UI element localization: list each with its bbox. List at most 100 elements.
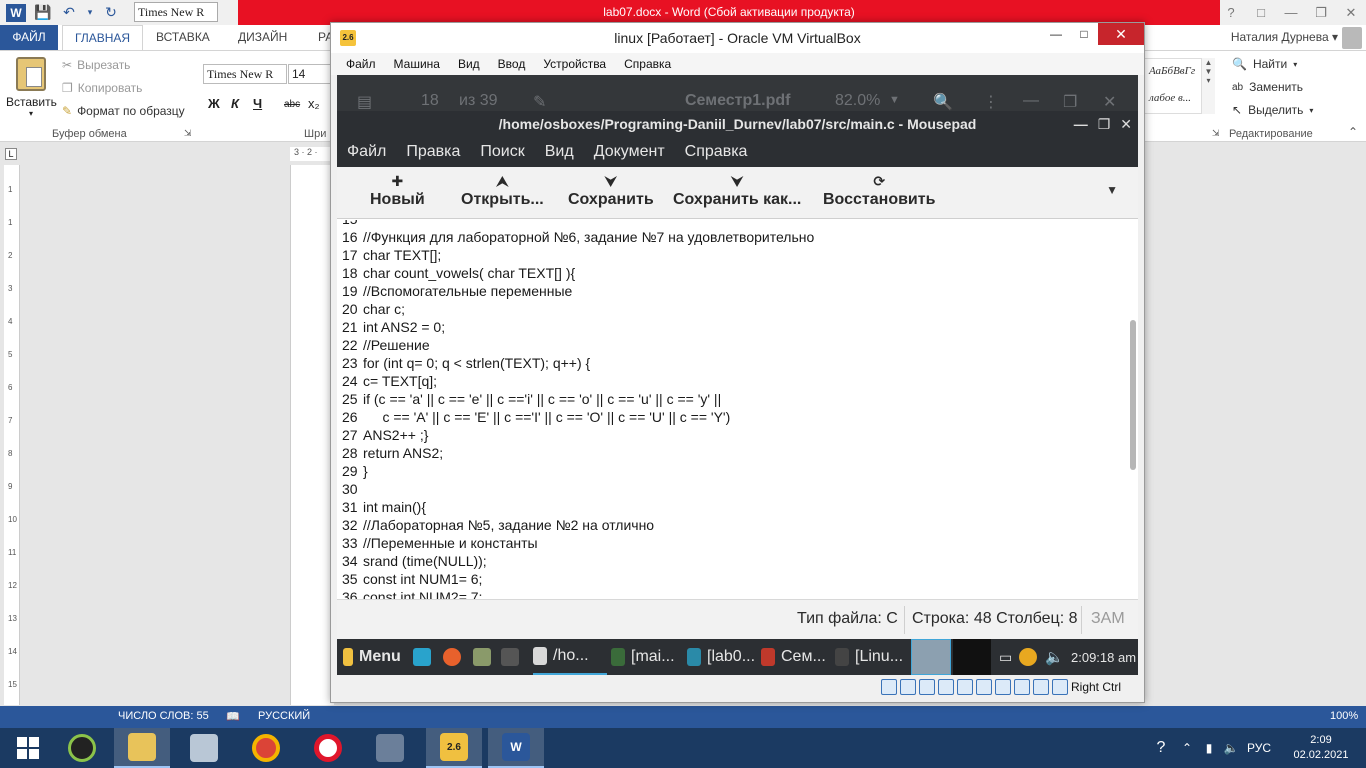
files-launcher[interactable] bbox=[473, 639, 491, 675]
taskbar-chrome[interactable] bbox=[238, 728, 294, 768]
word-count[interactable]: ЧИСЛО СЛОВ: 55 bbox=[118, 710, 209, 722]
tab-home[interactable]: ГЛАВНАЯ bbox=[62, 25, 144, 50]
maximize-icon[interactable]: □ bbox=[1070, 23, 1098, 45]
recording-icon[interactable] bbox=[1014, 679, 1030, 695]
vbox-menu-file[interactable]: Файл bbox=[346, 57, 376, 71]
taskbar-clock[interactable]: 2:09 02.02.2021 bbox=[1276, 733, 1366, 763]
sidebar-icon[interactable]: ▤ bbox=[357, 92, 372, 112]
vbox-menu-view[interactable]: Вид bbox=[458, 57, 480, 71]
mp-menu-view[interactable]: Вид bbox=[545, 143, 574, 161]
volume-icon[interactable]: 🔈 bbox=[1220, 741, 1242, 755]
line-text[interactable]: int main(){ bbox=[363, 499, 426, 515]
taskbar-calculator[interactable] bbox=[176, 728, 232, 768]
minimize-icon[interactable]: — bbox=[1074, 111, 1088, 137]
replace-button[interactable]: ab Заменить bbox=[1232, 80, 1303, 94]
vertical-ruler[interactable]: 112345678910111213141516 bbox=[4, 165, 20, 722]
bold-button[interactable]: Ж bbox=[208, 96, 220, 111]
line-text[interactable]: char c; bbox=[363, 301, 405, 317]
ribbon-display-icon[interactable]: □ bbox=[1246, 0, 1276, 25]
code-line[interactable]: 17 char TEXT[]; bbox=[342, 246, 814, 264]
new-button[interactable]: ✚ Новый bbox=[370, 171, 425, 209]
maximize-icon[interactable]: ❐ bbox=[1098, 111, 1111, 137]
paste-button[interactable]: Вставить ▾ bbox=[6, 57, 57, 119]
line-text[interactable]: int ANS2 = 0; bbox=[363, 319, 445, 335]
code-line[interactable]: 21 int ANS2 = 0; bbox=[342, 318, 814, 336]
chevron-down-icon[interactable]: ▼ bbox=[889, 94, 900, 106]
task-pdf[interactable]: Сем... bbox=[761, 639, 826, 675]
network-icon[interactable] bbox=[938, 679, 954, 695]
line-text[interactable]: //Вспомогательные переменные bbox=[363, 283, 572, 299]
code-line[interactable]: 33 //Переменные и константы bbox=[342, 534, 814, 552]
close-icon[interactable]: ✕ bbox=[1103, 92, 1116, 112]
start-button[interactable] bbox=[0, 728, 56, 768]
font-size-box[interactable]: 14 bbox=[288, 64, 332, 84]
show-desktop-icon[interactable] bbox=[413, 639, 431, 675]
minimize-icon[interactable]: — bbox=[1042, 23, 1070, 45]
line-text[interactable]: c= TEXT[q]; bbox=[363, 373, 437, 389]
subscript-button[interactable]: x₂ bbox=[308, 96, 320, 111]
code-line[interactable]: 24 c= TEXT[q]; bbox=[342, 372, 814, 390]
hard-disk-icon[interactable] bbox=[881, 679, 897, 695]
taskbar-camera[interactable] bbox=[54, 728, 110, 768]
line-text[interactable]: const int NUM2= 7; bbox=[363, 589, 482, 599]
line-text[interactable]: char TEXT[]; bbox=[363, 247, 441, 263]
mp-menu-document[interactable]: Документ bbox=[594, 143, 665, 161]
italic-button[interactable]: К bbox=[231, 96, 239, 111]
taskbar-word[interactable]: W bbox=[488, 728, 544, 768]
code-line[interactable]: 19 //Вспомогательные переменные bbox=[342, 282, 814, 300]
line-text[interactable]: //Переменные и константы bbox=[363, 535, 538, 551]
close-icon[interactable]: ✕ bbox=[1098, 23, 1144, 45]
revert-button[interactable]: ⟳ Восстановить bbox=[823, 171, 935, 209]
code-line[interactable]: 31 int main(){ bbox=[342, 498, 814, 516]
annotate-icon[interactable]: ✎ bbox=[533, 92, 546, 112]
language-status[interactable]: РУССКИЙ bbox=[258, 710, 310, 722]
select-button[interactable]: ↖ Выделить ▾ bbox=[1232, 103, 1313, 117]
input-language[interactable]: РУС bbox=[1242, 741, 1276, 755]
maximize-icon[interactable]: ❐ bbox=[1063, 92, 1077, 112]
signal-icon[interactable]: ▮ bbox=[1198, 741, 1220, 755]
format-painter-button[interactable]: ✎ Формат по образцу bbox=[62, 104, 185, 118]
line-text[interactable]: c == 'A' || c == 'E' || c =='I' || c == … bbox=[363, 409, 730, 425]
update-manager-icon[interactable] bbox=[1019, 639, 1037, 675]
save-button[interactable]: ⮟ Сохранить bbox=[568, 171, 654, 209]
mp-menu-help[interactable]: Справка bbox=[685, 143, 748, 161]
mp-menu-search[interactable]: Поиск bbox=[480, 143, 524, 161]
audio-icon[interactable] bbox=[919, 679, 935, 695]
code-line[interactable]: 30 bbox=[342, 480, 814, 498]
collapse-ribbon-icon[interactable]: ⌃ bbox=[1348, 125, 1358, 139]
pdf-page-number[interactable]: 18 bbox=[421, 92, 439, 110]
line-text[interactable]: //Лабораторная №5, задание №2 на отлично bbox=[363, 517, 654, 533]
optical-drive-icon[interactable] bbox=[900, 679, 916, 695]
group-launcher-icon[interactable]: ⇲ bbox=[1212, 128, 1220, 139]
proofing-icon[interactable]: 📖 bbox=[226, 710, 240, 723]
editor-scrollbar[interactable] bbox=[1130, 320, 1136, 470]
help-icon[interactable]: ? bbox=[1216, 0, 1246, 25]
word-logo-icon[interactable]: W bbox=[6, 3, 26, 22]
code-line[interactable]: 23 for (int q= 0; q < strlen(TEXT); q++) … bbox=[342, 354, 814, 372]
code-line[interactable]: 27 ANS2++ ;} bbox=[342, 426, 814, 444]
restore-icon[interactable]: ❐ bbox=[1306, 0, 1336, 25]
horizontal-ruler[interactable]: 3 · 2 · bbox=[290, 147, 332, 161]
help-icon[interactable]: ? bbox=[1146, 739, 1176, 757]
code-line[interactable]: 16 //Функция для лабораторной №6, задание… bbox=[342, 228, 814, 246]
workspace-1[interactable] bbox=[911, 639, 951, 675]
close-icon[interactable]: ✕ bbox=[1120, 111, 1132, 137]
code-line[interactable]: 36 const int NUM2= 7; bbox=[342, 588, 814, 599]
code-text[interactable]: 1516 //Функция для лабораторной №6, задан… bbox=[342, 220, 814, 599]
group-launcher-icon[interactable]: ⇲ bbox=[184, 128, 192, 139]
taskbar-vbox-vm[interactable]: 2.6 bbox=[426, 728, 482, 768]
code-line[interactable]: 26 c == 'A' || c == 'E' || c =='I' || c … bbox=[342, 408, 814, 426]
chevron-up-icon[interactable]: ⌃ bbox=[1176, 741, 1198, 755]
task-mousepad[interactable]: /ho... bbox=[533, 639, 607, 675]
minimize-icon[interactable]: — bbox=[1023, 92, 1039, 110]
code-line[interactable]: 25 if (c == 'a' || c == 'e' || c =='i' ||… bbox=[342, 390, 814, 408]
line-text[interactable]: //Решение bbox=[363, 337, 430, 353]
line-text[interactable]: } bbox=[363, 463, 368, 479]
mp-menu-file[interactable]: Файл bbox=[347, 143, 386, 161]
filetype-status[interactable]: Тип файла: C bbox=[797, 610, 898, 628]
font-name-box[interactable]: Times New R bbox=[203, 64, 287, 84]
line-text[interactable]: char count_vowels( char TEXT[] ){ bbox=[363, 265, 575, 281]
line-text[interactable]: srand (time(NULL)); bbox=[363, 553, 487, 569]
open-button[interactable]: ⮝ Открыть... bbox=[461, 171, 544, 209]
task-terminal-2[interactable]: [Linu... bbox=[835, 639, 903, 675]
